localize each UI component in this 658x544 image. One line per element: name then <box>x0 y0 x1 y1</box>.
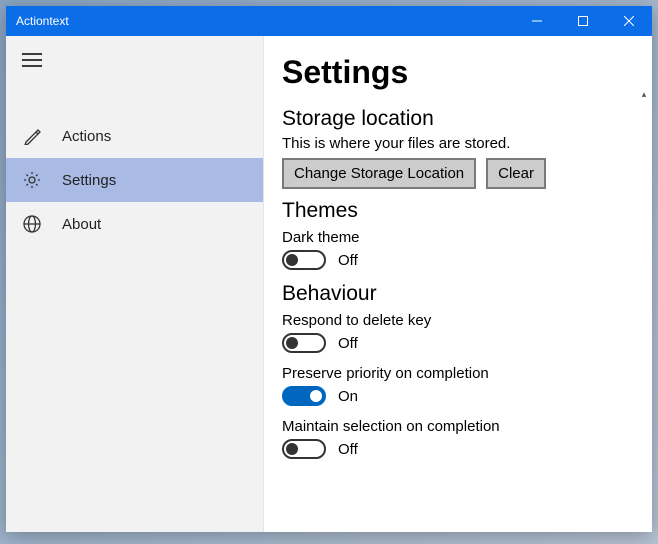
preserve-state: On <box>338 388 358 405</box>
preserve-toggle[interactable] <box>282 386 326 406</box>
preserve-toggle-row: On <box>282 386 628 406</box>
window-controls <box>514 6 652 36</box>
close-icon <box>624 16 634 26</box>
delete-state: Off <box>338 335 358 352</box>
close-button[interactable] <box>606 6 652 36</box>
dark-theme-label: Dark theme <box>282 229 628 246</box>
hamburger-button[interactable] <box>6 36 263 84</box>
sidebar-item-about[interactable]: About <box>6 202 263 246</box>
minimize-button[interactable] <box>514 6 560 36</box>
gear-icon <box>22 170 42 190</box>
delete-toggle-row: Off <box>282 333 628 353</box>
maintain-toggle-row: Off <box>282 439 628 459</box>
section-title-themes: Themes <box>282 199 628 223</box>
section-title-behaviour: Behaviour <box>282 282 628 306</box>
preserve-label: Preserve priority on completion <box>282 365 628 382</box>
sidebar-item-label: About <box>62 216 101 233</box>
sidebar-item-label: Actions <box>62 128 111 145</box>
titlebar[interactable]: Actiontext <box>6 6 652 36</box>
toggle-knob <box>286 254 298 266</box>
sidebar: Actions Settings About <box>6 36 264 532</box>
scroll-up-icon[interactable]: ▴ <box>638 88 650 100</box>
dark-theme-toggle[interactable] <box>282 250 326 270</box>
sidebar-item-settings[interactable]: Settings <box>6 158 263 202</box>
sidebar-item-actions[interactable]: Actions <box>6 114 263 158</box>
change-storage-button[interactable]: Change Storage Location <box>282 158 476 189</box>
pencil-icon <box>22 126 42 146</box>
clear-storage-button[interactable]: Clear <box>486 158 546 189</box>
app-window: Actiontext <box>6 6 652 532</box>
toggle-knob <box>286 337 298 349</box>
minimize-icon <box>532 16 542 26</box>
dark-theme-state: Off <box>338 252 358 269</box>
storage-description: This is where your files are stored. <box>282 135 628 152</box>
maximize-icon <box>578 16 588 26</box>
toggle-knob <box>286 443 298 455</box>
dark-theme-toggle-row: Off <box>282 250 628 270</box>
page-title: Settings <box>282 54 628 91</box>
hamburger-icon <box>22 52 42 68</box>
delete-toggle[interactable] <box>282 333 326 353</box>
delete-label: Respond to delete key <box>282 312 628 329</box>
sidebar-item-label: Settings <box>62 172 116 189</box>
globe-icon <box>22 214 42 234</box>
scrollbar[interactable]: ▴ <box>638 88 650 530</box>
toggle-knob <box>310 390 322 402</box>
titlebar-title: Actiontext <box>16 14 514 28</box>
storage-buttons: Change Storage Location Clear <box>282 158 628 189</box>
maximize-button[interactable] <box>560 6 606 36</box>
maintain-state: Off <box>338 441 358 458</box>
nav-list: Actions Settings About <box>6 84 263 246</box>
maintain-label: Maintain selection on completion <box>282 418 628 435</box>
maintain-toggle[interactable] <box>282 439 326 459</box>
main-content: Settings Storage location This is where … <box>264 36 652 532</box>
section-title-storage: Storage location <box>282 107 628 131</box>
window-body: Actions Settings About Settings St <box>6 36 652 532</box>
